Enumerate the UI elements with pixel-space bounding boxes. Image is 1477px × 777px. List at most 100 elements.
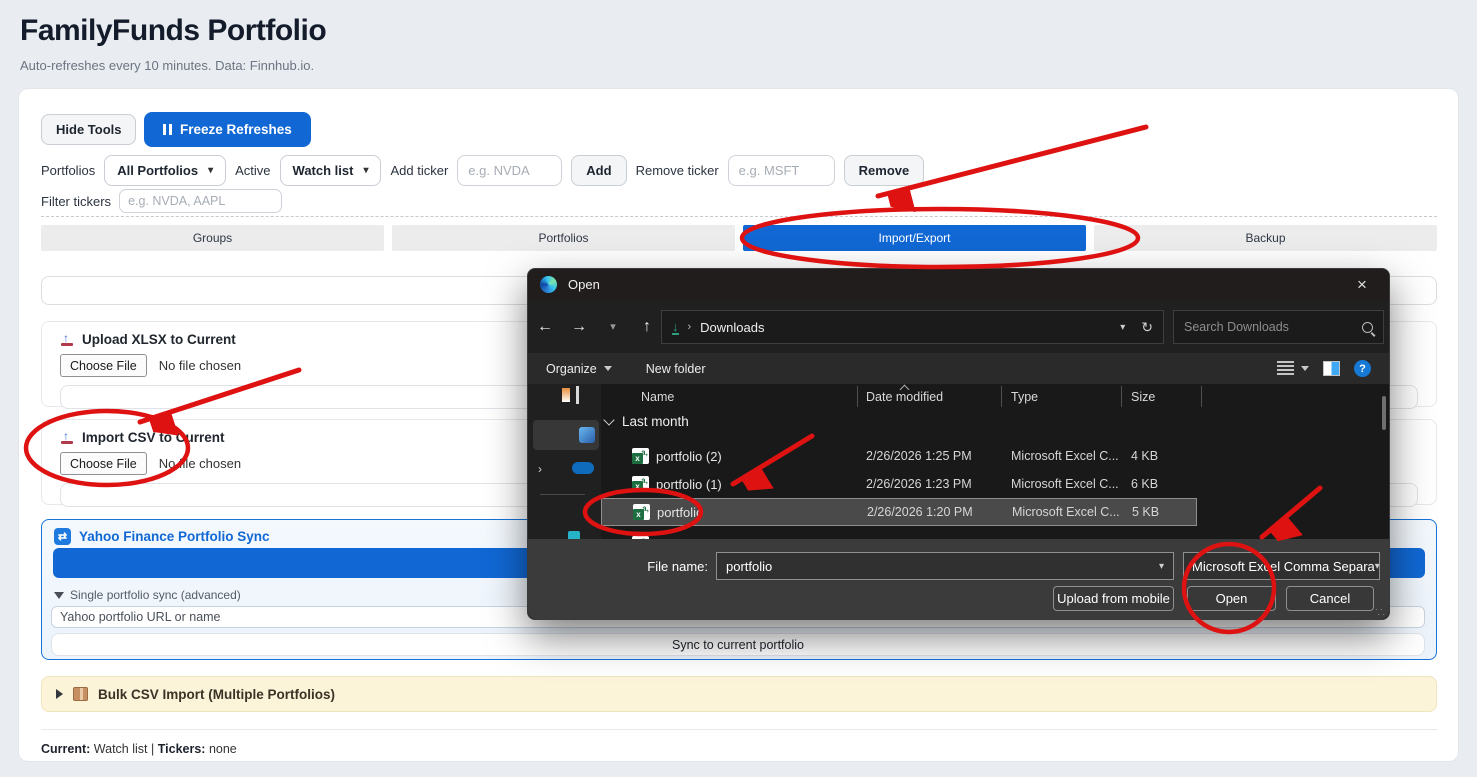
triangle-down-icon	[54, 592, 64, 599]
sidebar-item-selected[interactable]	[533, 420, 599, 450]
open-file-dialog: Open × ← → ▾ ↑ ↓ › Downloads ▾ ↻ Search …	[527, 268, 1390, 620]
file-row[interactable]: a,x portfolio (2) 2/26/2026 1:25 PM Micr…	[601, 442, 1197, 470]
single-sync-toggle[interactable]: Single portfolio sync (advanced)	[54, 588, 241, 602]
list-view-icon	[1277, 361, 1294, 376]
excel-csv-file-icon: a,x	[632, 448, 649, 464]
page-title: FamilyFunds Portfolio	[20, 14, 326, 48]
downloads-folder-icon: ↓	[672, 320, 679, 335]
column-type[interactable]: Type	[1011, 390, 1038, 404]
chevron-down-icon: ▾	[1375, 561, 1380, 572]
column-date-modified[interactable]: Date modified	[866, 390, 943, 404]
freeze-refreshes-button[interactable]: Freeze Refreshes	[144, 112, 311, 147]
dialog-titlebar: Open ×	[528, 269, 1389, 300]
bulk-csv-import-banner[interactable]: Bulk CSV Import (Multiple Portfolios)	[41, 676, 1437, 712]
remove-ticker-label: Remove ticker	[636, 163, 719, 178]
tab-portfolios[interactable]: Portfolios	[392, 225, 735, 251]
excel-csv-file-icon: a,x	[632, 476, 649, 492]
no-file-chosen-text: No file chosen	[159, 456, 241, 471]
chevron-right-icon[interactable]: ›	[538, 462, 542, 476]
active-label: Active	[235, 163, 270, 178]
app-header: FamilyFunds Portfolio Auto-refreshes eve…	[20, 14, 326, 73]
chevron-down-icon: ▾	[1159, 561, 1164, 572]
file-row-partial[interactable]: a,x	[601, 530, 1197, 539]
file-row[interactable]: a,x portfolio (1) 2/26/2026 1:23 PM Micr…	[601, 470, 1197, 498]
help-icon[interactable]: ?	[1354, 360, 1371, 377]
remove-ticker-input[interactable]	[728, 155, 835, 186]
organize-menu[interactable]: Organize	[546, 362, 612, 376]
back-icon[interactable]: ←	[528, 318, 562, 336]
no-file-chosen-text: No file chosen	[159, 358, 241, 373]
dialog-nav-bar: ← → ▾ ↑ ↓ › Downloads ▾ ↻ Search Downloa…	[528, 300, 1389, 353]
view-mode-button[interactable]	[1277, 361, 1309, 376]
dialog-body: › Name Date modified Type Size Last mont…	[528, 384, 1389, 539]
sync-icon: ⇄	[54, 528, 71, 545]
up-icon[interactable]: ↑	[630, 318, 664, 336]
file-list: Name Date modified Type Size Last month …	[601, 384, 1389, 539]
forward-icon[interactable]: →	[562, 318, 596, 336]
scrollbar[interactable]	[1382, 396, 1386, 430]
file-name-input[interactable]: portfolio ▾	[716, 552, 1174, 580]
breadcrumb[interactable]: Downloads	[700, 320, 764, 335]
sync-to-current-button[interactable]: Sync to current portfolio	[51, 633, 1425, 656]
portfolios-select[interactable]: All Portfolios ▾	[104, 155, 226, 186]
upload-from-mobile-button[interactable]: Upload from mobile	[1053, 586, 1174, 611]
toolbar-row: Portfolios All Portfolios ▾ Active Watch…	[41, 154, 924, 186]
column-name[interactable]: Name	[641, 390, 674, 404]
search-placeholder: Search Downloads	[1184, 320, 1289, 334]
current-label: Current:	[41, 742, 90, 756]
page-subtitle: Auto-refreshes every 10 minutes. Data: F…	[20, 58, 326, 73]
portfolios-label: Portfolios	[41, 163, 95, 178]
tickers-value: none	[209, 742, 237, 756]
tab-groups[interactable]: Groups	[41, 225, 384, 251]
status-line: Current: Watch list | Tickers: none	[41, 742, 237, 756]
column-headers: Name Date modified Type Size	[601, 384, 1389, 410]
resize-grip[interactable]: . . . .	[1375, 605, 1385, 615]
preview-pane-icon[interactable]	[1323, 361, 1340, 376]
group-header-last-month[interactable]: Last month	[605, 414, 689, 429]
hide-tools-button[interactable]: Hide Tools	[41, 114, 136, 145]
bulk-csv-label: Bulk CSV Import (Multiple Portfolios)	[98, 687, 335, 702]
dialog-title: Open	[568, 277, 600, 292]
open-button[interactable]: Open	[1187, 586, 1276, 611]
upload-icon: ↑	[60, 333, 74, 347]
dialog-command-bar: Organize New folder ?	[528, 353, 1389, 384]
onedrive-icon	[572, 462, 594, 474]
remove-ticker-button[interactable]: Remove	[844, 155, 925, 186]
dialog-sidebar: ›	[528, 384, 601, 539]
tab-bar: Groups Portfolios Import/Export Backup	[41, 225, 1437, 251]
this-pc-icon	[568, 531, 580, 539]
address-bar[interactable]: ↓ › Downloads ▾ ↻	[661, 310, 1164, 344]
sidebar-divider	[576, 386, 579, 404]
cancel-button[interactable]: Cancel	[1286, 586, 1374, 611]
close-icon[interactable]: ×	[1347, 275, 1377, 295]
new-folder-button[interactable]: New folder	[646, 362, 706, 376]
tab-backup[interactable]: Backup	[1094, 225, 1437, 251]
refresh-icon[interactable]: ↻	[1141, 319, 1153, 336]
edge-logo-icon	[540, 276, 557, 293]
status-separator: |	[151, 742, 154, 756]
add-ticker-button[interactable]: Add	[571, 155, 626, 186]
home-icon	[562, 388, 570, 402]
search-box[interactable]: Search Downloads	[1173, 310, 1384, 344]
dialog-footer: File name: portfolio ▾ Microsoft Excel C…	[528, 539, 1389, 619]
filter-row: Filter tickers	[41, 189, 282, 213]
breadcrumb-separator-icon: ›	[688, 321, 692, 333]
sidebar-separator	[540, 494, 585, 495]
chevron-down-icon	[1301, 366, 1309, 371]
search-icon	[1362, 322, 1373, 333]
file-row-selected[interactable]: a,x portfolio 2/26/2026 1:20 PM Microsof…	[601, 498, 1197, 526]
active-portfolio-select[interactable]: Watch list ▾	[280, 155, 382, 186]
filter-tickers-input[interactable]	[119, 189, 282, 213]
file-type-select[interactable]: Microsoft Excel Comma Separa ▾	[1183, 552, 1380, 580]
tab-import-export[interactable]: Import/Export	[743, 225, 1086, 251]
upload-icon: ↑	[60, 431, 74, 445]
address-dropdown-icon[interactable]: ▾	[1120, 322, 1125, 333]
choose-file-button[interactable]: Choose File	[60, 354, 147, 377]
add-ticker-input[interactable]	[457, 155, 562, 186]
choose-file-button[interactable]: Choose File	[60, 452, 147, 475]
add-ticker-label: Add ticker	[390, 163, 448, 178]
filter-tickers-label: Filter tickers	[41, 194, 111, 209]
column-size[interactable]: Size	[1131, 390, 1155, 404]
chevron-down-icon	[604, 366, 612, 371]
recent-locations-chevron-icon[interactable]: ▾	[596, 320, 630, 333]
